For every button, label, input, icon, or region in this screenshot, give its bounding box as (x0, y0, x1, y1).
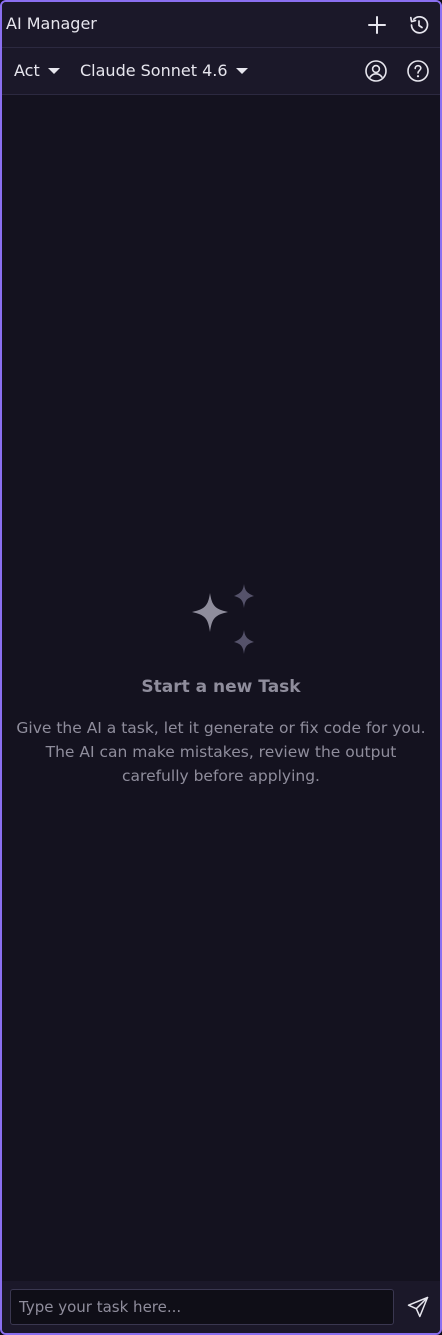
empty-state-description: Give the AI a task, let it generate or f… (16, 719, 426, 785)
plus-icon (368, 16, 386, 34)
toolbar: Act Claude Sonnet 4.6 (2, 48, 440, 95)
window-title: AI Manager (6, 14, 97, 33)
composer-bar (2, 1281, 440, 1333)
ai-manager-panel: AI Manager Act Claude Sonnet 4.6 Start a… (0, 0, 442, 1335)
empty-state-title: Start a new Task (141, 677, 301, 697)
mode-label: Act (14, 61, 40, 80)
model-label: Claude Sonnet 4.6 (80, 61, 228, 80)
mode-dropdown[interactable]: Act (14, 61, 60, 81)
title-bar: AI Manager (2, 2, 440, 48)
chevron-down-icon (47, 68, 60, 74)
help-button[interactable] (404, 57, 432, 85)
model-dropdown[interactable]: Claude Sonnet 4.6 (80, 61, 248, 81)
new-task-button[interactable] (363, 11, 391, 39)
sparkles-icon (192, 584, 254, 654)
empty-state: Start a new Task Give the AI a task, let… (2, 580, 440, 788)
account-button[interactable] (362, 57, 390, 85)
history-icon (409, 15, 429, 34)
task-input[interactable] (10, 1289, 394, 1325)
chevron-down-icon (235, 68, 248, 74)
history-button[interactable] (405, 11, 433, 39)
help-icon (407, 60, 429, 82)
send-icon (407, 1296, 429, 1318)
account-icon (365, 60, 387, 82)
send-button[interactable] (404, 1293, 432, 1321)
